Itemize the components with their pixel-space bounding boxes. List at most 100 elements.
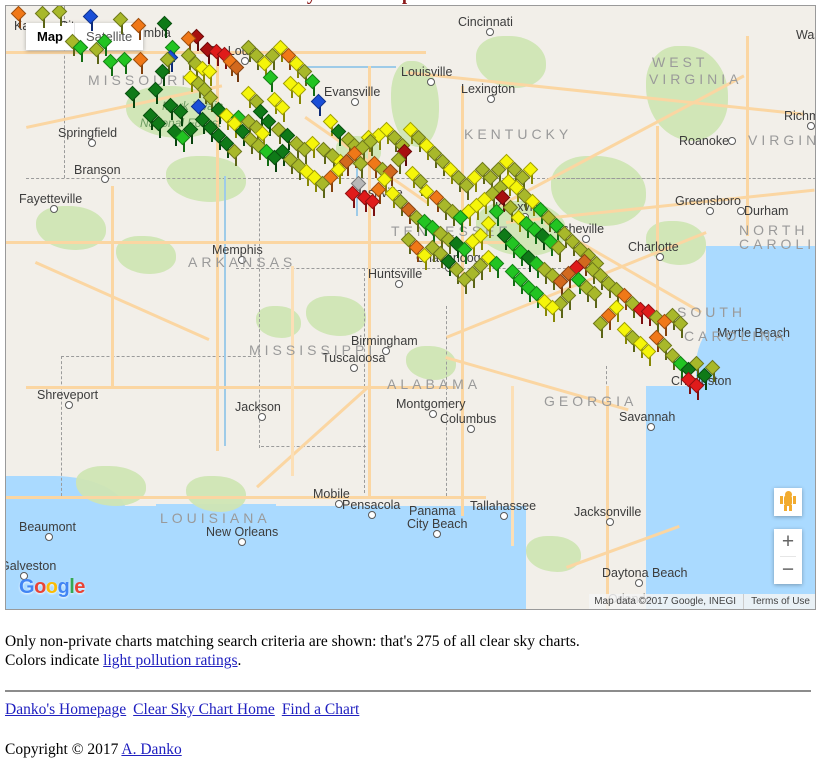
marker-head <box>228 59 245 76</box>
city-dot <box>50 205 58 213</box>
chart-marker[interactable] <box>72 39 89 62</box>
marker-head <box>488 255 505 272</box>
chart-marker[interactable] <box>456 241 473 264</box>
google-logo-letter: G <box>19 576 35 598</box>
zoom-out-button[interactable]: − <box>774 557 802 584</box>
chart-marker[interactable] <box>416 247 433 270</box>
footer-link[interactable]: Find a Chart <box>282 701 360 718</box>
marker-head <box>390 151 407 168</box>
chart-marker[interactable] <box>640 343 657 366</box>
chart-marker[interactable] <box>156 15 173 38</box>
chart-marker[interactable] <box>656 313 673 336</box>
marker-head <box>364 193 381 210</box>
footer-link[interactable]: Clear Sky Chart Home <box>133 701 275 718</box>
chart-marker[interactable] <box>172 103 189 126</box>
state-label: VIRGINIA <box>649 71 743 87</box>
marker-head <box>72 39 89 56</box>
marker-head <box>304 73 321 90</box>
chart-marker[interactable] <box>458 177 475 200</box>
chart-marker[interactable] <box>688 377 705 400</box>
chart-marker[interactable] <box>290 81 307 104</box>
state-label: ARKANSAS <box>188 254 297 270</box>
marker-head <box>147 81 164 98</box>
chart-marker[interactable] <box>452 209 469 232</box>
chart-marker[interactable] <box>592 315 609 338</box>
chart-marker[interactable] <box>116 51 133 74</box>
border-ar-la <box>61 356 261 357</box>
street-view-pegman-icon[interactable] <box>774 488 802 516</box>
notes-line-2: Colors indicate light pollution ratings. <box>5 651 815 670</box>
map-attribution: Map data ©2017 Google, INEGI Terms of Us… <box>589 594 815 609</box>
chart-marker[interactable] <box>174 129 191 152</box>
chart-marker[interactable] <box>154 63 171 86</box>
marker-head <box>262 69 279 86</box>
city-dot <box>351 98 359 106</box>
notes-line-2-suffix: . <box>237 652 242 669</box>
marker-head <box>688 377 705 394</box>
chart-marker[interactable] <box>304 73 321 96</box>
city-dot <box>486 28 494 36</box>
chart-marker[interactable] <box>226 143 243 166</box>
road-us-ga <box>511 386 514 546</box>
chart-marker[interactable] <box>51 6 68 26</box>
zoom-control[interactable]: + − <box>774 529 802 584</box>
state-label: WEST <box>652 54 709 70</box>
chart-marker[interactable] <box>672 315 689 338</box>
chart-marker[interactable] <box>147 81 164 104</box>
light-pollution-ratings-link[interactable]: light pollution ratings <box>103 652 237 669</box>
marker-head <box>132 51 149 68</box>
marker-head <box>10 6 27 22</box>
chart-marker[interactable] <box>456 271 473 294</box>
marker-head <box>82 8 99 25</box>
chart-marker[interactable] <box>124 85 141 108</box>
chart-marker[interactable] <box>82 8 99 31</box>
footer-link[interactable]: Danko's Homepage <box>5 701 126 718</box>
city-dot <box>258 413 266 421</box>
google-map[interactable]: Mark Twain National Forest Kansas CityCo… <box>5 5 816 610</box>
zoom-in-button[interactable]: + <box>774 529 802 556</box>
chart-marker[interactable] <box>130 17 147 40</box>
chart-marker[interactable] <box>310 93 327 116</box>
chart-marker[interactable] <box>352 155 369 178</box>
marker-head <box>290 81 307 98</box>
chart-marker[interactable] <box>10 6 27 28</box>
chart-marker[interactable] <box>180 30 197 53</box>
chart-marker[interactable] <box>112 11 129 34</box>
chart-marker[interactable] <box>544 299 561 322</box>
marker-head <box>266 149 283 166</box>
terms-of-use-link[interactable]: Terms of Use <box>743 594 810 609</box>
chart-marker[interactable] <box>88 41 105 64</box>
chart-marker[interactable] <box>228 59 245 82</box>
city-dot <box>706 207 714 215</box>
chart-marker[interactable] <box>262 69 279 92</box>
city-label: Branson <box>74 163 121 177</box>
marker-head <box>201 63 218 80</box>
chart-marker[interactable] <box>266 149 283 172</box>
chart-marker[interactable] <box>364 193 381 216</box>
chart-marker[interactable] <box>132 51 149 74</box>
marker-head <box>180 30 197 47</box>
city-label: Shreveport <box>37 388 99 402</box>
city-label: Columbus <box>440 412 497 426</box>
chart-marker[interactable] <box>150 115 167 138</box>
chart-marker[interactable] <box>586 285 603 308</box>
chart-marker[interactable] <box>314 175 331 198</box>
chart-marker[interactable] <box>274 99 291 122</box>
city-dot <box>429 410 437 418</box>
chart-marker[interactable] <box>34 6 51 28</box>
google-logo: Google <box>19 576 85 599</box>
chart-marker[interactable] <box>550 239 567 262</box>
marker-head <box>150 115 167 132</box>
marker-head <box>154 63 171 80</box>
chart-marker[interactable] <box>296 141 313 164</box>
copyright-text: Copyright © 2017 <box>5 741 122 758</box>
city-label: Daytona Beach <box>602 566 688 580</box>
road-i49 <box>111 186 114 386</box>
map-canvas[interactable]: Mark Twain National Forest Kansas CityCo… <box>6 6 815 609</box>
city-dot <box>101 175 109 183</box>
marker-head <box>226 143 243 160</box>
marker-head <box>130 17 147 34</box>
author-link[interactable]: A. Danko <box>121 741 181 758</box>
chart-marker[interactable] <box>102 53 119 76</box>
chart-marker[interactable] <box>488 255 505 278</box>
